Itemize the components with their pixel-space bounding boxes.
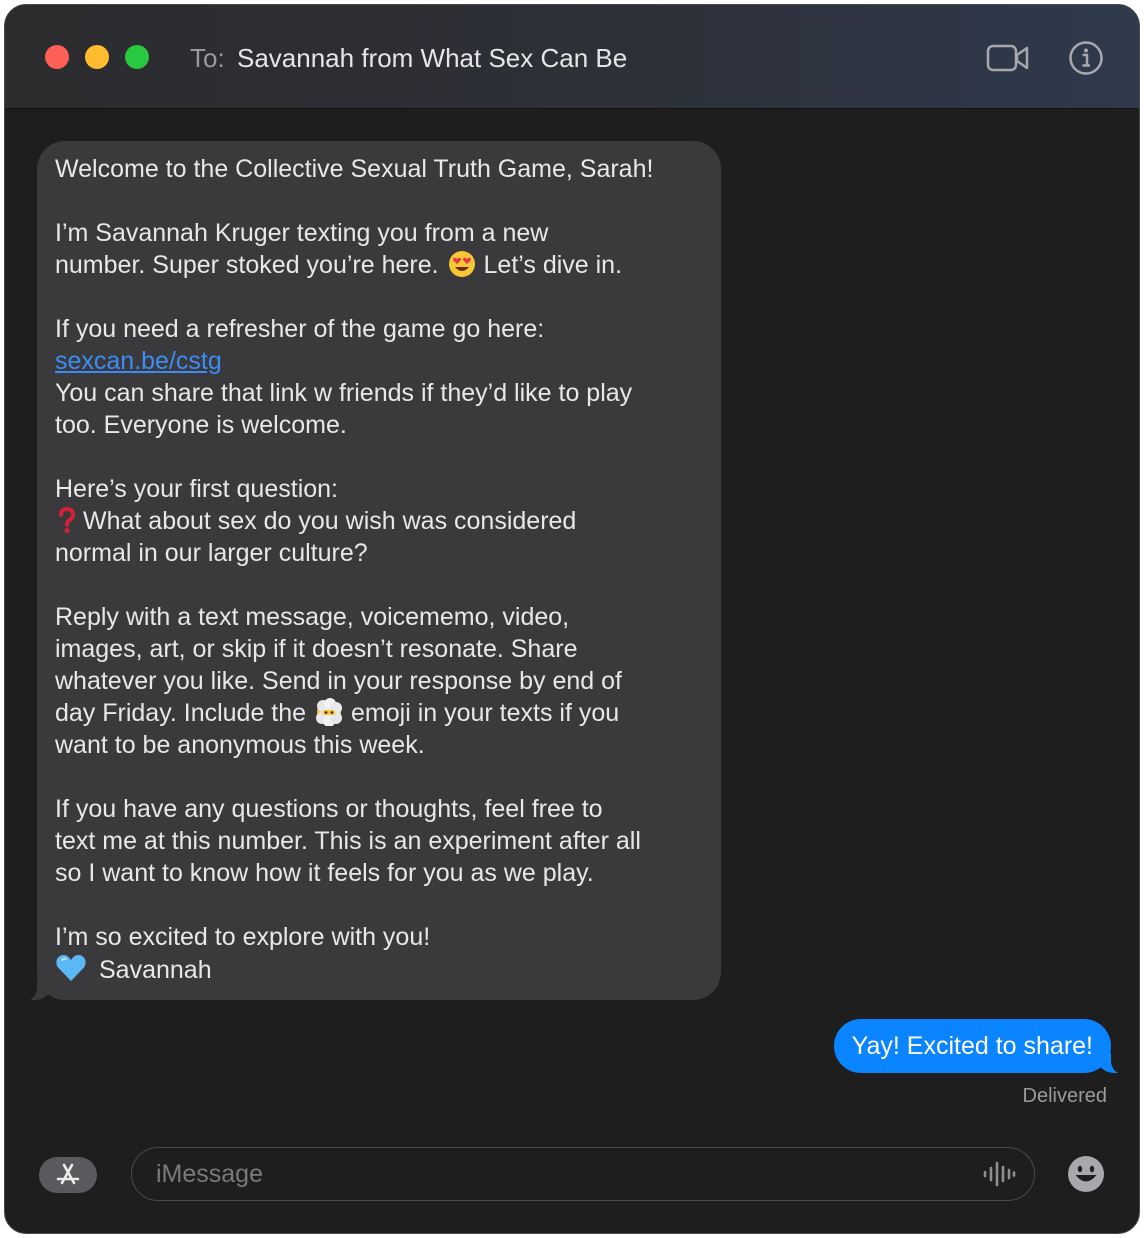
outgoing-message-bubble[interactable]: Yay! Excited to share! [833,1019,1133,1075]
app-store-button[interactable] [39,1157,97,1193]
red-question-emoji-icon [59,506,76,533]
message-paragraph: I’m so excited to explore with you! Sava… [55,923,431,984]
info-icon[interactable] [1067,39,1105,77]
zoom-window-button[interactable] [125,45,149,69]
minimize-window-button[interactable] [85,45,109,69]
conversation: Welcome to the Collective Sexual Truth G… [5,109,1139,1129]
heart-eyes-emoji-icon [448,251,475,277]
message-paragraph: If you need a refresher of the game go h… [55,313,703,441]
audio-message-icon[interactable] [982,1160,1016,1188]
incoming-message-bubble[interactable]: Welcome to the Collective Sexual Truth G… [15,141,721,1002]
message-input-field[interactable] [131,1147,1035,1201]
message-paragraph: Welcome to the Collective Sexual Truth G… [55,155,654,183]
video-call-icon[interactable] [985,39,1031,77]
outgoing-message-text: Yay! Excited to share! [851,1032,1093,1060]
game-link[interactable]: sexcan.be/cstg [55,345,703,377]
delivery-status: Delivered [1022,1085,1107,1107]
face-in-clouds-emoji-icon [316,698,343,726]
title-bar: To: Savannah from What Sex Can Be [5,5,1139,109]
message-input[interactable] [156,1148,976,1200]
close-window-button[interactable] [45,45,69,69]
app-store-icon [56,1163,80,1185]
message-paragraph: Reply with a text message, voicememo, vi… [55,603,623,759]
message-paragraph: I’m Savannah Kruger texting you from a n… [55,219,623,279]
message-paragraph: If you have any questions or thoughts, f… [55,795,641,887]
emoji-picker-icon[interactable] [1067,1155,1105,1193]
to-label: To: [190,43,225,73]
recipient-name[interactable]: Savannah from What Sex Can Be [237,43,627,74]
messages-window: To: Savannah from What Sex Can Be Welcom… [4,4,1140,1234]
message-paragraph: Here’s your first question: What about s… [55,475,577,567]
blue-heart-emoji-icon [56,955,86,981]
